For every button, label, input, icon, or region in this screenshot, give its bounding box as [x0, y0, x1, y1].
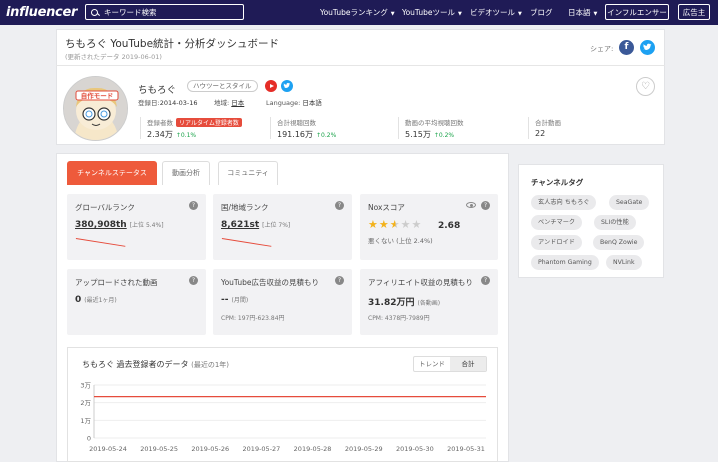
help-icon[interactable]: ?: [335, 201, 344, 210]
chevron-down-icon: ▼: [390, 11, 395, 17]
chevron-down-icon: ▼: [518, 11, 522, 17]
influencer-button[interactable]: インフルエンサー: [605, 4, 669, 20]
chevron-down-icon: ▼: [458, 11, 462, 17]
search-placeholder: キーワード検索: [104, 7, 157, 17]
nav-language[interactable]: 日本語 ▼: [568, 7, 597, 18]
help-icon[interactable]: ?: [189, 276, 198, 285]
star-icon: ★: [378, 218, 390, 231]
y-tick-label: 3万: [80, 382, 91, 390]
subscriber-line-chart: 0 1万 2万 3万 2019-05-24 2019-05-25 2019-05-26 201…: [80, 382, 486, 453]
global-rank-link[interactable]: 380,908th: [75, 220, 127, 230]
nav-youtube-ranking[interactable]: YouTubeランキング ▼: [320, 7, 395, 18]
advertiser-button[interactable]: 広告主: [678, 4, 710, 20]
y-tick-label: 0: [87, 435, 91, 443]
youtube-icon[interactable]: [265, 80, 277, 92]
nav-blog[interactable]: ブログ: [530, 7, 553, 18]
help-icon[interactable]: ?: [481, 201, 490, 210]
language: Language: 日本語: [266, 99, 322, 107]
search-icon: [91, 8, 98, 16]
nav-youtube-tools[interactable]: YouTubeツール ▼: [402, 7, 462, 18]
star-half-icon: ★: [389, 218, 401, 231]
nox-score-box: Noxスコア ? ★★★★★ 2.68 悪くない (上位 2.4%): [360, 194, 498, 260]
x-tick-label: 2019-05-27: [243, 445, 281, 453]
stat-total-views: 合計視聴回数 191.16万 ↑0.2%: [270, 117, 336, 139]
subscriber-history-chart-card: ちもろぐ 過去登録者のデータ (最近の1年) トレンド 合計 0 1万 2万 3万 20…: [67, 347, 498, 462]
page-title: ちもろぐ YouTube統計・分析ダッシュボード: [65, 38, 280, 50]
tag-chip[interactable]: SLIの性能: [594, 215, 636, 230]
star-rating: ★★★★★: [368, 218, 422, 231]
tag-chip[interactable]: NVLink: [606, 255, 642, 270]
chevron-down-icon: ▼: [593, 11, 598, 17]
help-icon[interactable]: ?: [189, 201, 198, 210]
x-tick-label: 2019-05-29: [345, 445, 383, 453]
tag-chip[interactable]: 玄人志向 ちもろぐ: [531, 195, 597, 210]
channel-tags-card: チャンネルタグ 玄人志向 ちもろぐ SeaGate ベンチマーク SLIの性能 …: [518, 164, 664, 278]
ad-revenue-box: YouTube広告収益の見積もり ? -- (月間) CPM: 197円-623.…: [213, 269, 352, 335]
star-icon: ★: [368, 218, 379, 231]
chart-mode-toggle: トレンド 合計: [413, 356, 487, 372]
y-tick-label: 2万: [80, 399, 91, 407]
x-tick-label: 2019-05-28: [294, 445, 332, 453]
affiliate-revenue-box: アフィリエイト収益の見積もり ? 31.82万円 (各動画) CPM: 4378円…: [360, 269, 498, 335]
toggle-trend[interactable]: トレンド: [414, 357, 450, 371]
twitter-icon[interactable]: [281, 80, 293, 92]
y-tick-label: 1万: [80, 417, 91, 425]
facebook-share-icon[interactable]: f: [619, 40, 634, 55]
header-divider: [56, 65, 665, 66]
tag-chip[interactable]: BenQ Zowie: [593, 235, 645, 250]
registered-date: 登録日:2014-03-16: [138, 99, 198, 107]
tag-chip[interactable]: SeaGate: [609, 195, 650, 210]
avatar: 自作モード: [63, 76, 128, 141]
region: 地域: 日本: [214, 99, 245, 107]
channel-name: ちもろぐ: [138, 85, 177, 96]
x-tick-label: 2019-05-31: [447, 445, 485, 453]
twitter-share-icon[interactable]: [640, 40, 655, 55]
top-nav: influencer キーワード検索 YouTubeランキング ▼ YouTube…: [0, 0, 718, 25]
tab-channel-status[interactable]: チャンネルステータス: [67, 161, 157, 185]
help-icon[interactable]: ?: [481, 276, 490, 285]
tab-video-analysis[interactable]: 動画分析: [162, 161, 210, 185]
tag-chip[interactable]: Phantom Gaming: [531, 255, 599, 270]
x-tick-label: 2019-05-25: [140, 445, 178, 453]
chart-title: ちもろぐ 過去登録者のデータ (最近の1年): [82, 360, 230, 369]
category-tag[interactable]: ハウツーとスタイル: [187, 80, 258, 92]
x-tick-label: 2019-05-24: [89, 445, 127, 453]
global-rank-box: グローバルランク ? 380,908th [上位 5.4%]: [67, 194, 206, 260]
nav-video-tools[interactable]: ビデオツール ▼: [470, 7, 522, 18]
tab-community[interactable]: コミュニティ: [218, 161, 278, 185]
uploads-box: アップロードされた動画 ? 0 (最近1ヶ月): [67, 269, 206, 335]
share-label: シェア:: [590, 45, 614, 53]
toggle-total[interactable]: 合計: [450, 357, 486, 371]
global-rank-trend-line: [75, 238, 126, 247]
stat-average-views: 動画の平均視聴回数 5.15万 ↑0.2%: [398, 117, 464, 139]
country-rank-trend-line: [221, 238, 272, 247]
x-tick-label: 2019-05-26: [191, 445, 229, 453]
region-link[interactable]: 日本: [231, 99, 244, 107]
site-logo[interactable]: influencer: [6, 5, 77, 20]
stat-subscribers: 登録者数 リアルタイム登録者数 2.34万 ↑0.1%: [140, 117, 242, 139]
country-rank-link[interactable]: 8,621st: [221, 220, 259, 230]
x-tick-label: 2019-05-30: [396, 445, 434, 453]
tags-title: チャンネルタグ: [531, 178, 584, 187]
realtime-subscribers-badge[interactable]: リアルタイム登録者数: [176, 118, 242, 127]
star-empty-icon: ★: [400, 218, 412, 231]
avatar-text: 自作モード: [81, 91, 114, 100]
eye-icon[interactable]: [466, 202, 476, 208]
updated-date: (更新されたデータ 2019-06-01): [65, 53, 162, 61]
favorite-heart-icon[interactable]: ♡: [636, 77, 655, 96]
country-rank-box: 国/地域ランク ? 8,621st [上位 7%]: [213, 194, 352, 260]
help-icon[interactable]: ?: [335, 276, 344, 285]
tag-chip[interactable]: ベンチマーク: [531, 215, 583, 230]
search-input[interactable]: キーワード検索: [85, 4, 244, 20]
tag-chip[interactable]: アンドロイド: [531, 235, 582, 250]
stat-total-videos: 合計動画 22: [528, 117, 561, 139]
star-empty-icon: ★: [411, 218, 423, 231]
